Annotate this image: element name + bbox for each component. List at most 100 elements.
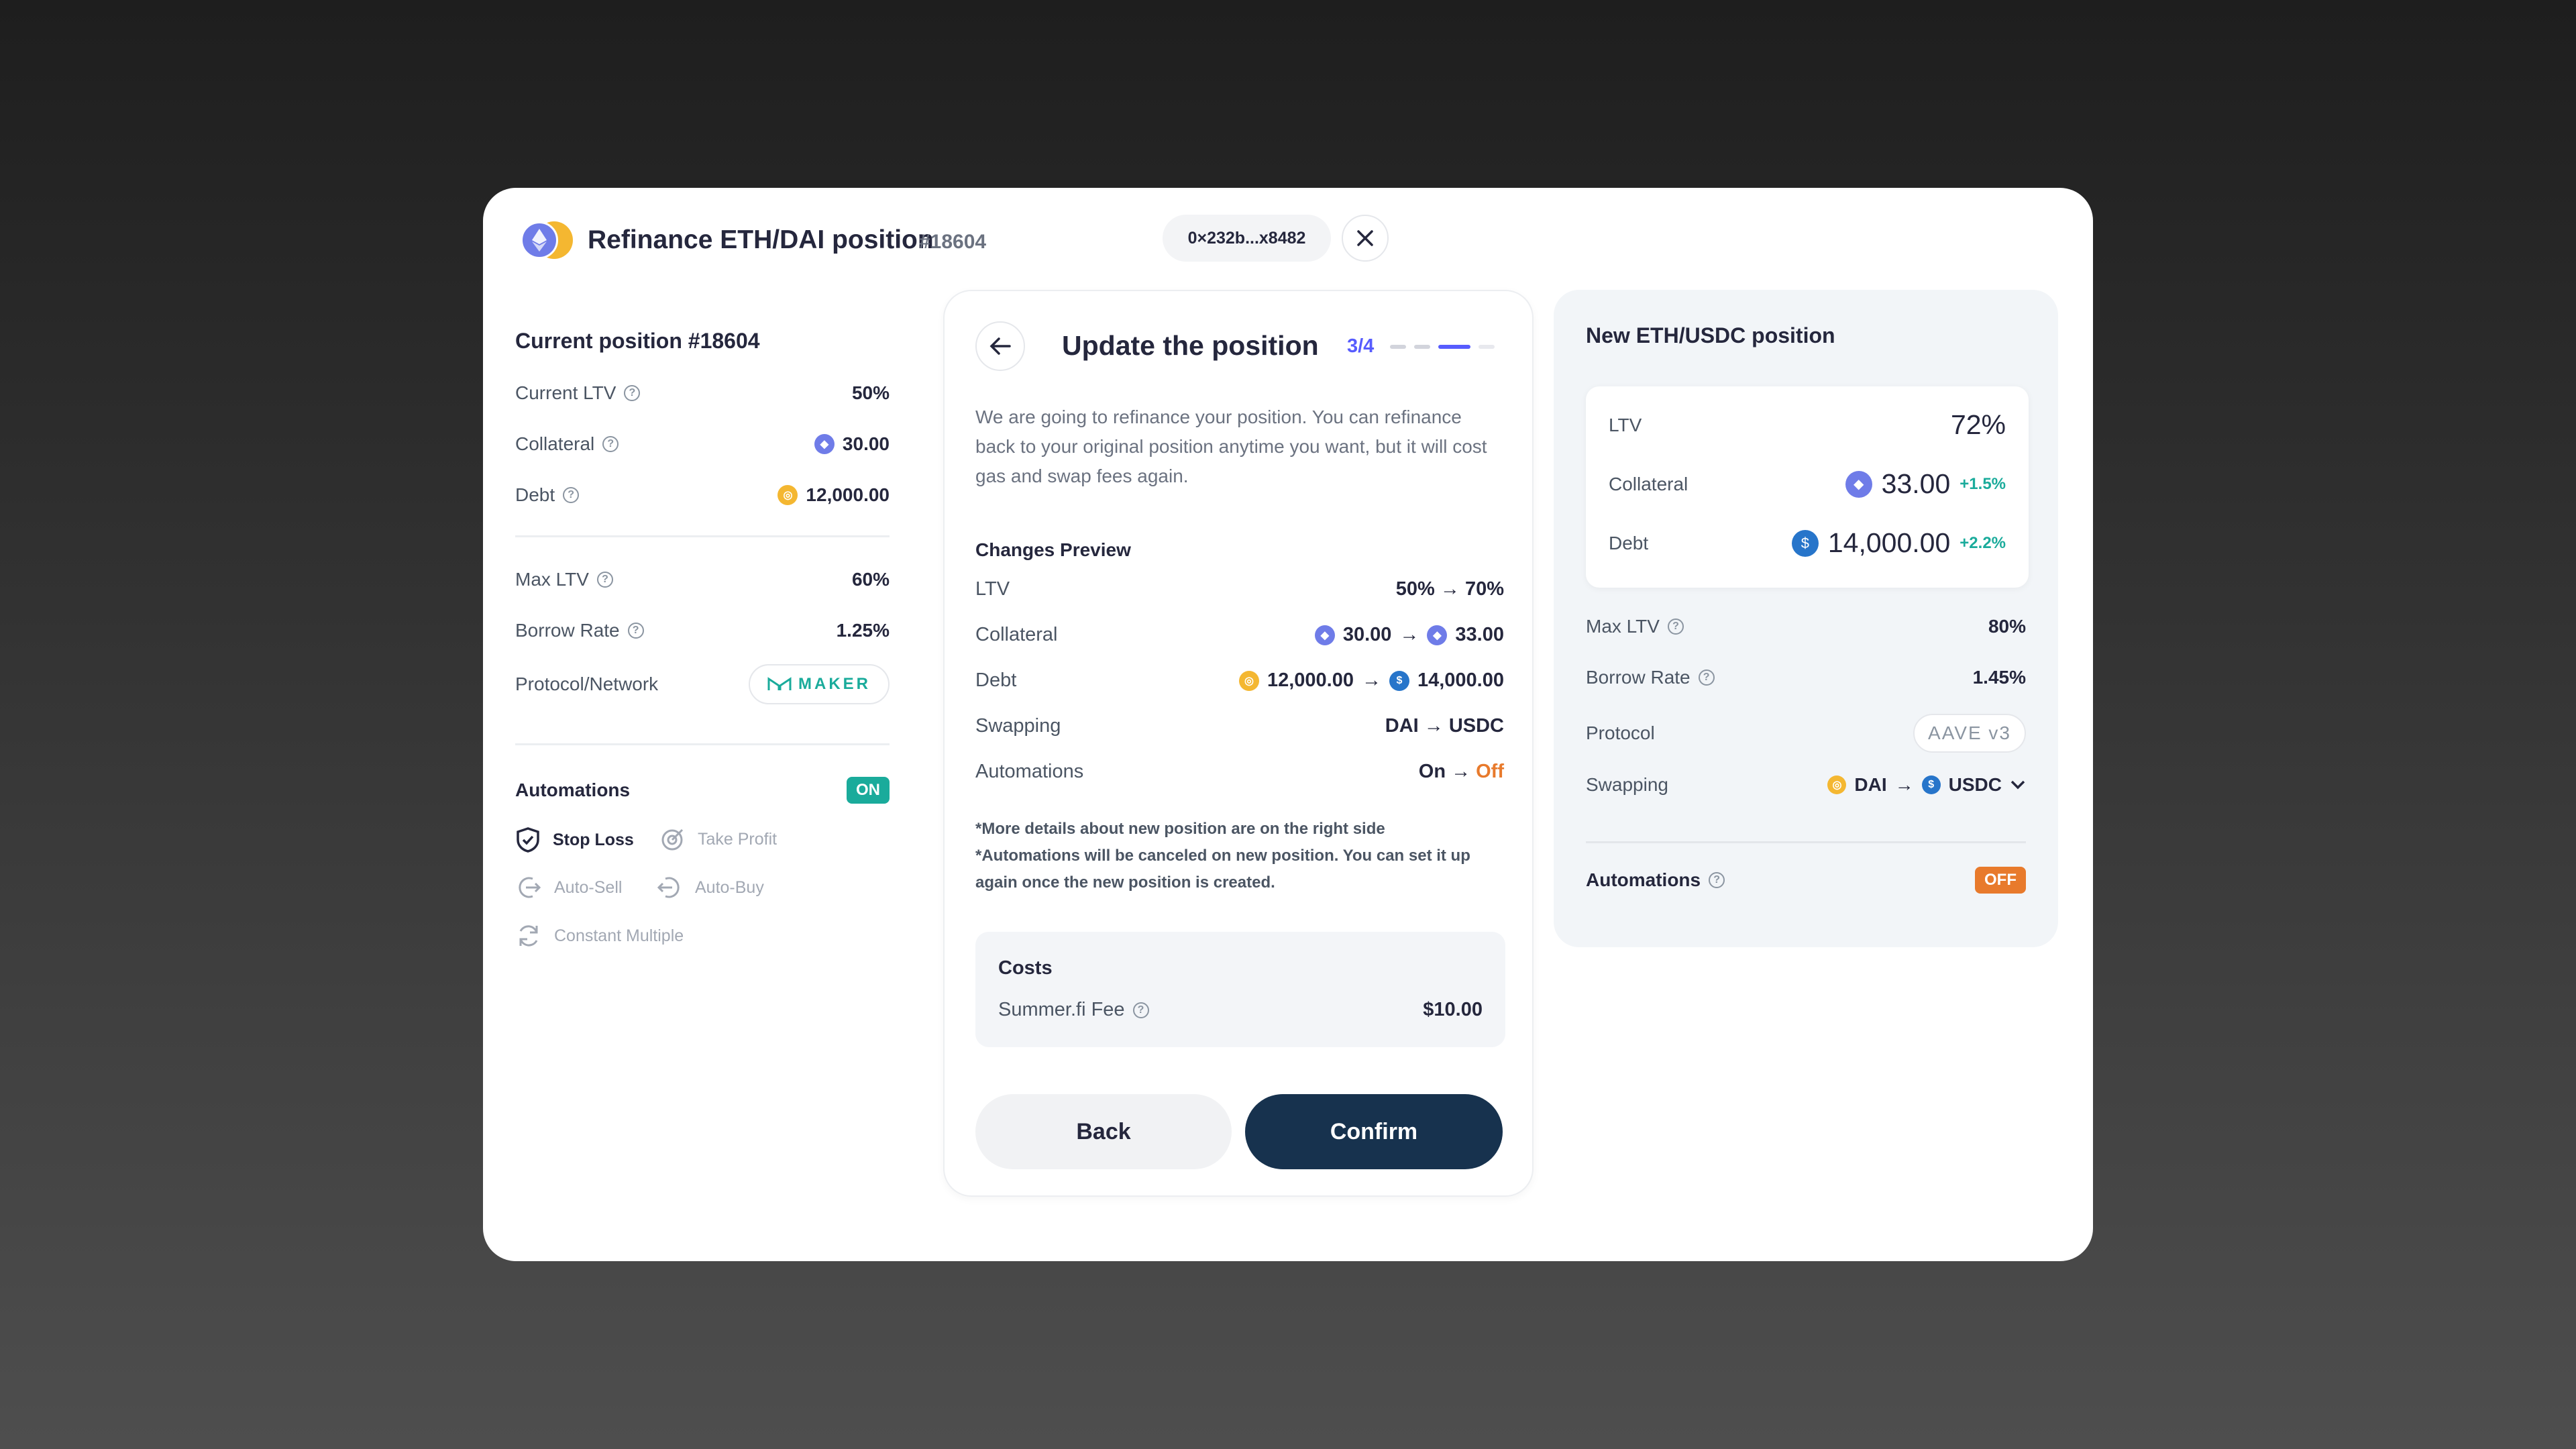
step-indicator: 3/4 <box>1347 335 1375 357</box>
new-collateral-change: +1.5% <box>1960 474 2006 493</box>
take-profit-automation[interactable]: Take Profit <box>660 826 777 852</box>
chevron-down-icon <box>2010 780 2025 790</box>
eth-icon: ◆ <box>1427 625 1448 645</box>
help-icon[interactable]: ? <box>1709 872 1725 888</box>
new-collateral-label: Collateral <box>1609 473 1688 494</box>
max-ltv-value: 60% <box>851 569 890 590</box>
help-icon[interactable]: ? <box>627 623 644 639</box>
step-dot <box>1479 345 1495 349</box>
stop-loss-automation[interactable]: Stop Loss <box>515 826 634 853</box>
eth-icon: ◆ <box>814 434 835 454</box>
note-automations: *Automations will be canceled on new pos… <box>975 847 1470 892</box>
confirm-button[interactable]: Confirm <box>1245 1094 1503 1169</box>
change-collateral-from: 30.00 <box>1342 624 1392 645</box>
costs-box: Costs Summer.fi Fee? $10.00 <box>975 932 1505 1047</box>
changes-preview-title: Changes Preview <box>975 539 1131 560</box>
close-icon <box>1357 230 1373 246</box>
collateral-row: Collateral? ◆ 30.00 <box>515 433 890 455</box>
change-swapping-row: Swapping DAI → USDC <box>975 715 1504 737</box>
new-max-ltv-row: Max LTV? 80% <box>1586 616 2026 637</box>
new-protocol-label: Protocol <box>1586 722 1655 743</box>
change-collateral-row: Collateral ◆ 30.00 → ◆ 33.00 <box>975 624 1504 646</box>
constant-multiple-label: Constant Multiple <box>554 926 684 945</box>
constant-multiple-automation[interactable]: Constant Multiple <box>515 923 684 949</box>
new-borrow-rate-label: Borrow Rate <box>1586 667 1690 688</box>
close-button[interactable] <box>1342 215 1389 262</box>
new-position-summary-card: LTV 72% Collateral ◆ 33.00 +1.5% Debt $14,… <box>1586 386 2029 588</box>
help-icon[interactable]: ? <box>602 436 619 452</box>
notes: *More details about new position are on … <box>975 816 1505 896</box>
change-ltv-row: LTV 50% → 70% <box>975 578 1504 600</box>
help-icon[interactable]: ? <box>596 572 613 588</box>
new-ltv-label: LTV <box>1609 414 1642 435</box>
max-ltv-row: Max LTV? 60% <box>515 569 890 590</box>
change-collateral-to: 33.00 <box>1455 624 1504 645</box>
change-debt-label: Debt <box>975 669 1017 691</box>
eth-dai-pair-icon <box>521 220 573 259</box>
automations-status-badge: ON <box>847 777 890 804</box>
collateral-label: Collateral <box>515 433 595 454</box>
current-ltv-value: 50% <box>851 382 890 403</box>
new-protocol-row: Protocol AAVE v3 <box>1586 714 2026 753</box>
new-automations-row: Automations? OFF <box>1586 867 2026 894</box>
new-collateral-value: 33.00 <box>1881 468 1951 499</box>
fee-row: Summer.fi Fee? $10.00 <box>998 999 1483 1021</box>
step-dot <box>1414 345 1430 349</box>
new-position-panel: New ETH/USDC position LTV 72% Collateral… <box>1554 290 2058 947</box>
current-position-title: Current position #18604 <box>515 329 760 353</box>
change-debt-row: Debt ◎ 12,000.00 → $ 14,000.00 <box>975 669 1504 692</box>
refresh-icon <box>519 925 538 947</box>
change-swapping-value: DAI → USDC <box>1385 715 1504 737</box>
back-arrow-button[interactable] <box>975 321 1025 371</box>
fee-value: $10.00 <box>1423 999 1483 1020</box>
new-automations-status-badge: OFF <box>1975 867 2026 894</box>
maker-label: MAKER <box>798 675 871 693</box>
change-automations-to: Off <box>1476 761 1504 782</box>
automations-row: Automations ON <box>515 777 890 804</box>
eth-icon: ◆ <box>1314 625 1335 645</box>
help-icon[interactable]: ? <box>563 487 580 503</box>
auto-buy-automation[interactable]: Auto-Buy <box>656 875 764 900</box>
auto-buy-label: Auto-Buy <box>695 877 764 897</box>
maker-logo-icon <box>767 677 792 690</box>
usdc-icon: $ <box>1791 529 1819 557</box>
new-debt-label: Debt <box>1609 532 1649 553</box>
new-ltv-row: LTV 72% <box>1609 409 2006 441</box>
auto-sell-icon <box>519 877 541 898</box>
step-progress <box>1390 345 1495 349</box>
new-position-title: New ETH/USDC position <box>1586 323 1835 347</box>
arrow-right-icon: → <box>1361 669 1381 691</box>
arrow-right-icon: → <box>1894 774 1914 795</box>
help-icon[interactable]: ? <box>1698 669 1715 686</box>
help-icon[interactable]: ? <box>1667 619 1684 635</box>
auto-sell-automation[interactable]: Auto-Sell <box>515 875 622 900</box>
new-borrow-rate-row: Borrow Rate? 1.45% <box>1586 667 2026 688</box>
protocol-label: Protocol/Network <box>515 674 659 694</box>
new-automations-label: Automations <box>1586 869 1701 890</box>
help-icon[interactable]: ? <box>1132 1002 1149 1018</box>
maker-protocol-badge: MAKER <box>749 664 890 704</box>
change-collateral-label: Collateral <box>975 624 1058 645</box>
new-borrow-rate-value: 1.45% <box>1972 667 2026 688</box>
wallet-address-button[interactable]: 0×232b...x8482 <box>1163 215 1331 262</box>
collateral-value: 30.00 <box>842 433 890 454</box>
swapping-dropdown[interactable]: ◎ DAI → $ USDC <box>1827 774 2026 796</box>
dai-icon: ◎ <box>1827 775 1847 794</box>
stop-loss-label: Stop Loss <box>553 830 634 849</box>
borrow-rate-row: Borrow Rate? 1.25% <box>515 620 890 641</box>
arrow-right-icon: → <box>1399 624 1419 645</box>
update-position-title: Update the position <box>1062 330 1319 361</box>
modal-title: Refinance ETH/DAI position <box>588 225 934 254</box>
debt-row: Debt? ◎ 12,000.00 <box>515 484 890 506</box>
back-button[interactable]: Back <box>975 1094 1232 1169</box>
new-max-ltv-label: Max LTV <box>1586 616 1660 637</box>
change-ltv-value: 50% → 70% <box>1395 578 1504 600</box>
fee-label: Summer.fi Fee <box>998 999 1125 1020</box>
new-swapping-row: Swapping ◎ DAI → $ USDC <box>1586 774 2026 796</box>
auto-buy-icon <box>657 877 680 898</box>
help-icon[interactable]: ? <box>624 385 641 401</box>
costs-title: Costs <box>998 957 1053 979</box>
change-ltv-label: LTV <box>975 578 1010 600</box>
debt-label: Debt <box>515 484 555 505</box>
usdc-icon: $ <box>1389 670 1409 691</box>
